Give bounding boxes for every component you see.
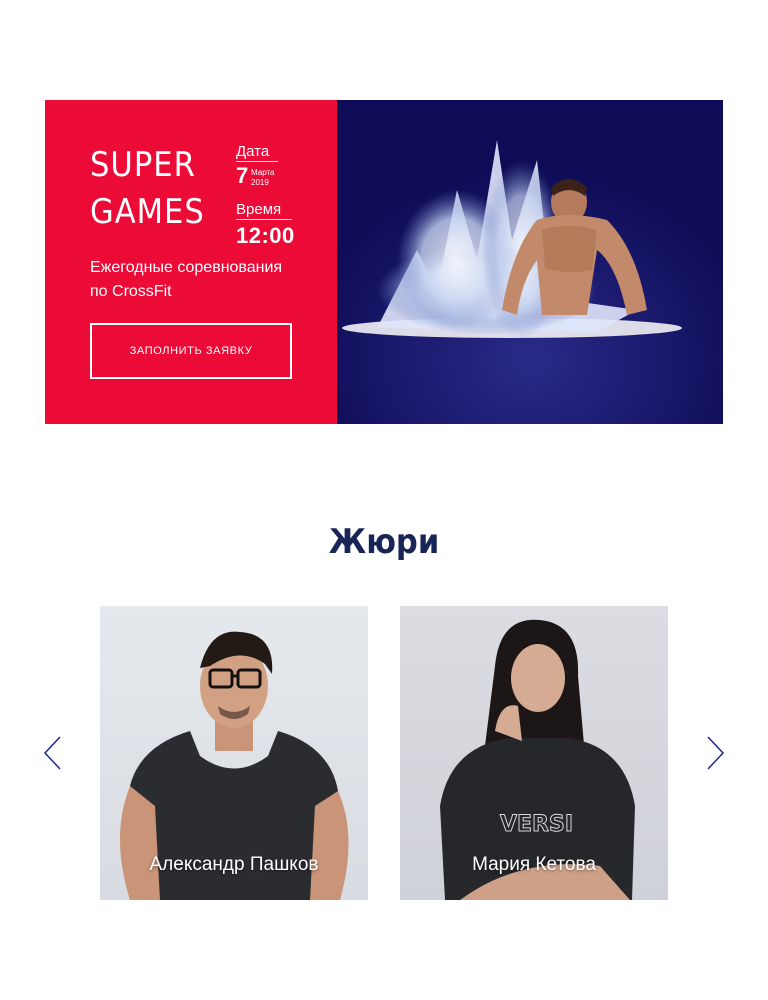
event-banner: SUPER GAMES Дата 7 Марта 2019 Время 12:0… <box>45 100 723 424</box>
hoodie-print: VERSI <box>500 812 573 837</box>
jury-card[interactable]: Александр Пашков <box>100 606 368 900</box>
event-hero-image <box>337 100 723 424</box>
jury-name: Мария Кетова <box>472 854 596 875</box>
jury-heading: Жюри <box>328 522 440 562</box>
chevron-left-icon[interactable] <box>43 736 63 770</box>
jury-card[interactable]: VERSI Мария Кетова <box>400 606 668 900</box>
chevron-right-icon[interactable] <box>705 736 725 770</box>
event-info-panel: SUPER GAMES Дата 7 Марта 2019 Время 12:0… <box>45 100 337 424</box>
apply-button[interactable]: ЗАПОЛНИТЬ ЗАЯВКУ <box>90 323 292 379</box>
date-year: 2019 <box>251 178 269 187</box>
time-value: 12:00 <box>236 223 295 248</box>
date-month-year: Марта 2019 <box>251 168 275 188</box>
jury-name: Александр Пашков <box>149 854 319 875</box>
date-month: Марта <box>251 168 275 177</box>
date-day: 7 <box>236 163 249 188</box>
time-label: Время <box>236 201 292 220</box>
event-title: SUPER GAMES <box>90 145 205 232</box>
event-subtitle: Ежегодные соревнования по CrossFit <box>90 259 283 300</box>
date-label: Дата <box>236 143 278 162</box>
athlete-powder-image <box>337 100 723 424</box>
